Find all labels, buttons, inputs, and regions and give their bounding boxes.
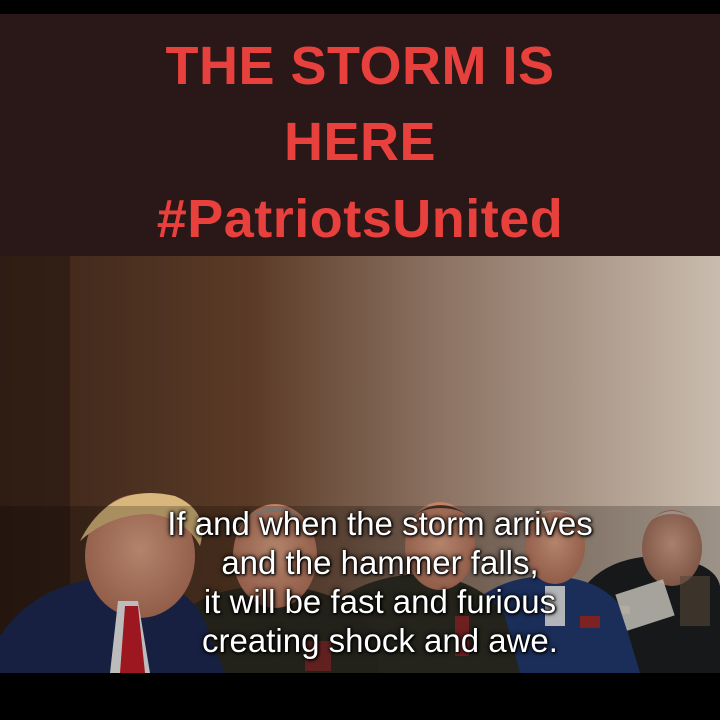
headline-hashtag: #PatriotsUnited [156,189,564,249]
headline-line-2: HERE [283,112,437,172]
headline-banner: THE STORM IS HERE #PatriotsUnited [0,14,720,256]
caption-line-3: it will be fast and furious [203,583,557,620]
bottom-border [0,673,720,720]
caption-line-4: creating shock and awe. [202,622,558,659]
headline-line-1: THE STORM IS [165,36,555,96]
top-border [0,0,720,14]
caption-line-1: If and when the storm arrives [167,505,593,542]
caption-block: If and when the storm arrives and the ha… [60,504,700,660]
caption-line-2: and the hammer falls, [221,544,539,581]
